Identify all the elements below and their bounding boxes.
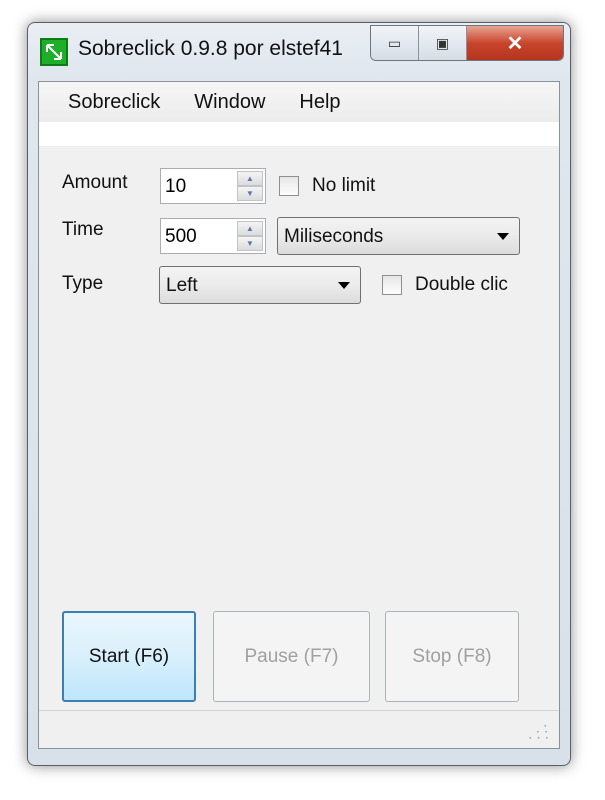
time-stepper[interactable]: 500 ▲ ▼	[160, 218, 266, 254]
pause-button[interactable]: Pause (F7)	[213, 611, 370, 702]
dropdown-arrow-icon	[338, 282, 350, 289]
app-icon	[40, 38, 68, 66]
minimize-button[interactable]: ▭	[371, 26, 419, 60]
stop-button[interactable]: Stop (F8)	[385, 611, 519, 702]
spin-up-icon[interactable]: ▲	[237, 221, 263, 236]
menu-bar: Sobreclick Window Help	[39, 82, 559, 122]
time-unit-value: Miliseconds	[284, 226, 384, 247]
time-unit-select[interactable]: Miliseconds	[277, 217, 520, 255]
spin-up-icon[interactable]: ▲	[237, 171, 263, 186]
amount-stepper[interactable]: 10 ▲ ▼	[160, 168, 266, 204]
menu-window[interactable]: Window	[194, 91, 265, 114]
maximize-icon: ▣	[435, 34, 450, 51]
maximize-button[interactable]: ▣	[419, 26, 467, 60]
no-limit-checkbox[interactable]	[279, 176, 299, 196]
spin-down-icon[interactable]: ▼	[237, 236, 263, 251]
menu-help[interactable]: Help	[299, 91, 340, 114]
type-select[interactable]: Left	[159, 266, 361, 304]
time-value: 500	[165, 226, 197, 247]
client-area: Sobreclick Window Help Amount 10 ▲ ▼ No l…	[38, 81, 560, 749]
time-label: Time	[62, 219, 104, 240]
double-clic-label: Double clic	[415, 274, 508, 295]
spin-down-icon[interactable]: ▼	[237, 186, 263, 201]
no-limit-label: No limit	[312, 175, 376, 196]
type-label: Type	[62, 273, 104, 294]
close-button[interactable]: ✕	[467, 26, 563, 60]
amount-value: 10	[165, 176, 187, 197]
status-bar: ⠂ ⠂⠂ ⠂⠂⠂	[39, 710, 559, 748]
minimize-icon: ▭	[387, 34, 402, 51]
double-clic-checkbox[interactable]	[382, 275, 402, 295]
toolbar-strip	[39, 122, 559, 146]
resize-grip-icon[interactable]: ⠂ ⠂⠂ ⠂⠂⠂	[528, 723, 553, 745]
start-button[interactable]: Start (F6)	[62, 611, 196, 702]
dropdown-arrow-icon	[497, 233, 509, 240]
window-title: Sobreclick 0.9.8 por elstef41	[78, 37, 343, 60]
type-value: Left	[166, 275, 198, 296]
menu-sobreclick[interactable]: Sobreclick	[68, 91, 160, 114]
close-icon: ✕	[506, 32, 524, 55]
app-window: Sobreclick 0.9.8 por elstef41 ▭ ▣ ✕ Sobr…	[27, 22, 571, 766]
amount-label: Amount	[62, 172, 128, 193]
